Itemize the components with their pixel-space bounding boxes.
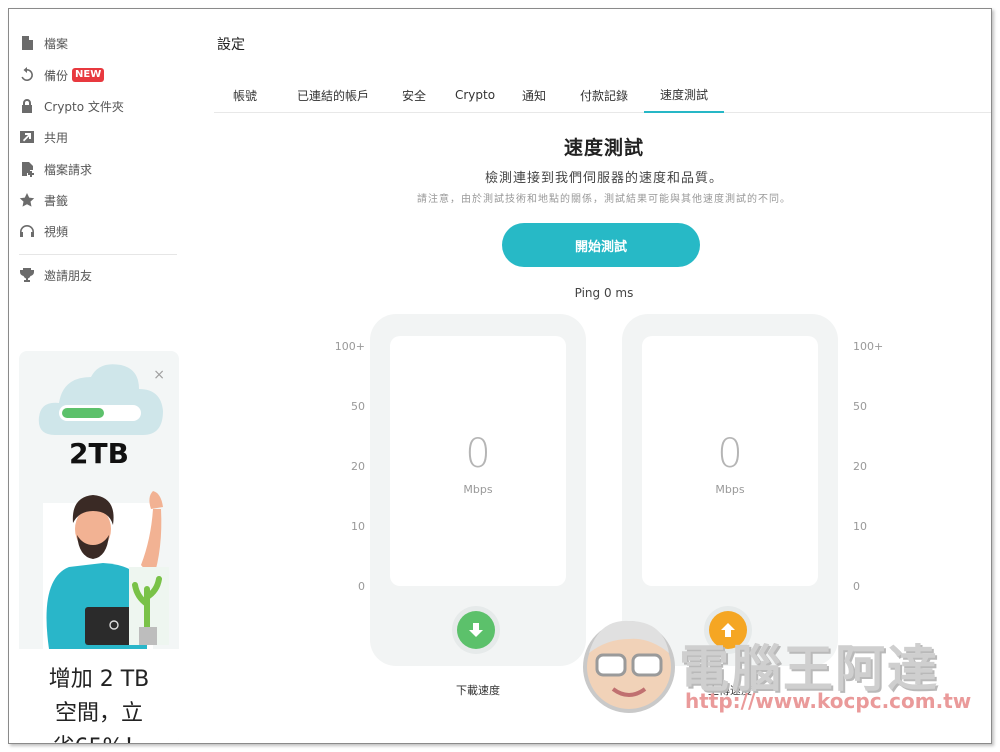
sidebar-item-label: Crypto 文件夾: [44, 99, 124, 114]
upload-gauge: 0 Mbps: [622, 314, 838, 666]
sidebar-item-label: 書籤: [44, 193, 69, 208]
sidebar-item-label: 備份: [44, 68, 69, 83]
download-gauge: 0 Mbps: [370, 314, 586, 666]
scale-tick: 0: [358, 580, 365, 593]
upload-scale: 100+ 50 20 10 0: [853, 332, 893, 593]
start-test-button[interactable]: 開始測試: [502, 223, 700, 267]
sidebar-item-invite-friends[interactable]: 邀請朋友: [19, 263, 92, 287]
scale-tick: 10: [351, 520, 365, 533]
download-indicator: [452, 606, 500, 654]
star-icon: [19, 192, 35, 208]
scale-tick: 20: [351, 460, 365, 473]
upload-speed-label: 上傳速度: [708, 684, 752, 697]
tab-linked-accounts[interactable]: 已連結的帳戶: [292, 77, 374, 113]
sidebar-item-crypto[interactable]: Crypto 文件夾: [19, 94, 124, 118]
upload-speed-unit: Mbps: [715, 483, 745, 496]
sidebar-item-label: 邀請朋友: [44, 268, 93, 283]
download-speed-value: 0: [465, 431, 491, 477]
file-icon: [19, 35, 35, 51]
new-badge: NEW: [72, 68, 105, 82]
sidebar-item-label: 檔案: [44, 36, 69, 51]
promo-text-line: 空間，立: [54, 701, 143, 726]
page-title: 設定: [217, 37, 245, 53]
download-speed-label: 下載速度: [456, 684, 500, 697]
scale-tick: 10: [853, 520, 867, 533]
ping-readout: Ping 0 ms: [574, 286, 634, 300]
sidebar-item-backup[interactable]: 備份 NEW: [19, 63, 105, 87]
promo-text-line: 增加 2 TB: [48, 667, 150, 692]
speed-test-note: 請注意，由於測試技術和地點的關係，測試結果可能與其他速度測試的不同。: [417, 194, 791, 205]
promo-illustration: [43, 491, 169, 649]
promo-card[interactable]: × 2TB 增加 2 TB 空間，立: [19, 351, 179, 743]
speed-test-subtitle: 檢測連接到我們伺服器的速度和品質。: [484, 171, 723, 186]
sidebar-divider: [19, 254, 177, 255]
file-request-icon: [19, 161, 35, 177]
sidebar-item-label: 檔案請求: [44, 162, 93, 177]
cloud-storage-icon: [38, 364, 163, 435]
sidebar-item-shared[interactable]: 共用: [19, 125, 68, 149]
upload-indicator: [704, 606, 752, 654]
download-arrow-icon: [457, 611, 495, 649]
promo-storage-size: 2TB: [69, 437, 129, 470]
headphones-icon: [19, 223, 35, 239]
sidebar-item-files[interactable]: 檔案: [19, 31, 68, 55]
download-speed-unit: Mbps: [463, 483, 493, 496]
sidebar-item-bookmarks[interactable]: 書籤: [19, 188, 68, 212]
sidebar-item-file-request[interactable]: 檔案請求: [19, 157, 92, 181]
lock-icon: [19, 98, 35, 114]
share-icon: [19, 129, 35, 145]
tab-account[interactable]: 帳號: [230, 77, 260, 113]
scale-tick: 50: [853, 400, 867, 413]
upload-gauge-panel: 0 Mbps: [642, 336, 818, 586]
scale-tick: 0: [853, 580, 860, 593]
scale-tick: 100+: [853, 340, 884, 353]
trophy-icon: [19, 267, 35, 283]
download-scale: 100+ 50 20 10 0: [325, 332, 365, 593]
promo-text-line: 省65%！: [19, 731, 179, 743]
download-gauge-panel: 0 Mbps: [390, 336, 566, 586]
tab-speed-test[interactable]: 速度測試: [644, 77, 724, 113]
tab-crypto[interactable]: Crypto: [452, 77, 498, 113]
scale-tick: 100+: [334, 340, 365, 353]
app-window: 檔案 備份 NEW Crypto 文件夾 共用 檔案請求 書籤 視頻 邀請朋友 …: [8, 8, 992, 744]
tab-payment-history[interactable]: 付款記錄: [576, 77, 632, 113]
scale-tick: 50: [351, 400, 365, 413]
sidebar-item-label: 共用: [44, 130, 69, 145]
main-content: 設定 帳號 已連結的帳戶 安全 Crypto 通知 付款記錄 速度測試 速度測試…: [214, 9, 991, 743]
sidebar: 檔案 備份 NEW Crypto 文件夾 共用 檔案請求 書籤 視頻 邀請朋友 …: [9, 9, 189, 743]
promo-text: 增加 2 TB 空間，立 省65%！: [19, 649, 179, 743]
upload-speed-value: 0: [717, 431, 743, 477]
backup-icon: [19, 67, 35, 83]
speed-test-title: 速度測試: [563, 137, 644, 159]
tab-notifications[interactable]: 通知: [519, 77, 549, 113]
settings-tabs: 帳號 已連結的帳戶 安全 Crypto 通知 付款記錄 速度測試: [214, 77, 991, 113]
upload-arrow-icon: [709, 611, 747, 649]
sidebar-item-video[interactable]: 視頻: [19, 219, 68, 243]
scale-tick: 20: [853, 460, 867, 473]
tab-security[interactable]: 安全: [399, 77, 429, 113]
sidebar-item-label: 視頻: [44, 224, 69, 239]
